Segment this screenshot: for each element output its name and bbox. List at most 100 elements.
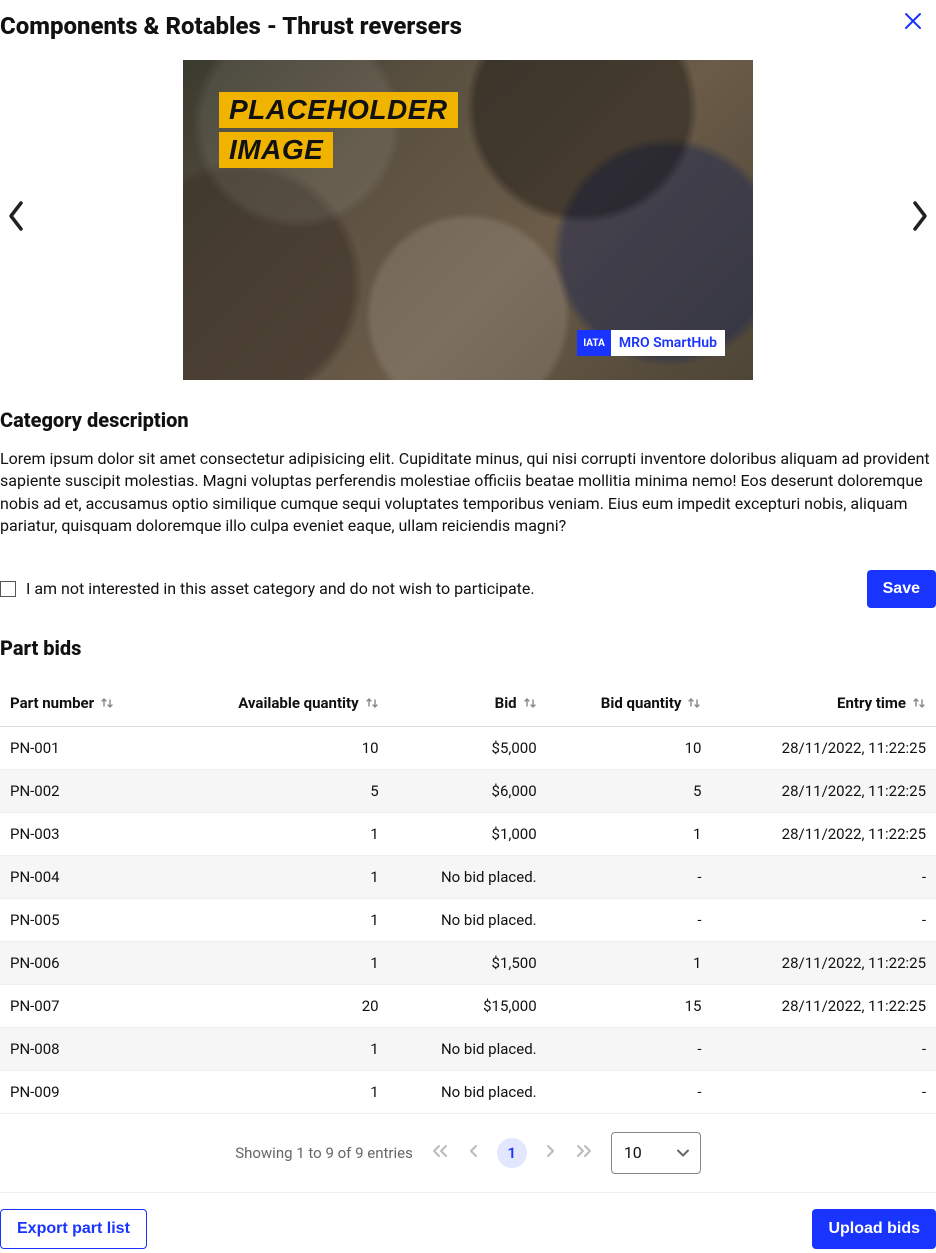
cell-bid: $6,000: [389, 769, 547, 812]
sort-icon: [687, 696, 701, 710]
cell-bid: $5,000: [389, 726, 547, 769]
save-button[interactable]: Save: [867, 570, 936, 608]
cell-bq: 5: [547, 769, 712, 812]
cell-aq: 20: [170, 984, 389, 1027]
cell-et: 28/11/2022, 11:22:25: [711, 726, 936, 769]
table-row: PN-00720$15,0001528/11/2022, 11:22:25: [0, 984, 936, 1027]
table-row: PN-0041No bid placed.--: [0, 855, 936, 898]
cell-pn: PN-004: [0, 855, 170, 898]
description-body: Lorem ipsum dolor sit amet consectetur a…: [0, 448, 936, 538]
chevron-left-icon: [6, 199, 28, 233]
col-bid-quantity-label: Bid quantity: [601, 694, 682, 712]
col-available-quantity[interactable]: Available quantity: [170, 680, 389, 727]
cell-aq: 1: [170, 1027, 389, 1070]
export-part-list-button[interactable]: Export part list: [0, 1209, 147, 1249]
cell-bq: 1: [547, 812, 712, 855]
paginator: Showing 1 to 9 of 9 entries 1 10: [0, 1114, 936, 1193]
cell-pn: PN-003: [0, 812, 170, 855]
chevron-left-icon: [467, 1144, 479, 1158]
cell-bid: No bid placed.: [389, 898, 547, 941]
page-size-select[interactable]: 10: [611, 1132, 701, 1174]
cell-bq: 1: [547, 941, 712, 984]
table-row: PN-0091No bid placed.--: [0, 1070, 936, 1113]
col-bid-quantity[interactable]: Bid quantity: [547, 680, 712, 727]
col-entry-time[interactable]: Entry time: [711, 680, 936, 727]
paginator-prev-button[interactable]: [467, 1144, 479, 1162]
upload-bids-button[interactable]: Upload bids: [812, 1209, 936, 1249]
chevron-double-left-icon: [431, 1144, 449, 1158]
category-image: PLACEHOLDER IMAGE IATA MRO SmartHub: [183, 60, 753, 380]
cell-aq: 10: [170, 726, 389, 769]
watermark-text: MRO SmartHub: [611, 330, 725, 356]
placeholder-overlay: PLACEHOLDER IMAGE: [219, 92, 458, 172]
paginator-next-button[interactable]: [545, 1144, 557, 1162]
cell-pn: PN-006: [0, 941, 170, 984]
cell-pn: PN-002: [0, 769, 170, 812]
cell-et: -: [711, 1027, 936, 1070]
part-bids-heading: Part bids: [0, 636, 936, 660]
cell-aq: 1: [170, 941, 389, 984]
close-button[interactable]: [904, 12, 936, 34]
cell-bq: -: [547, 855, 712, 898]
cell-bid: $15,000: [389, 984, 547, 1027]
sort-icon: [523, 696, 537, 710]
optout-label: I am not interested in this asset catego…: [26, 579, 535, 598]
page-title: Components & Rotables - Thrust reversers: [0, 12, 462, 40]
table-row: PN-0051No bid placed.--: [0, 898, 936, 941]
brand-watermark: IATA MRO SmartHub: [577, 330, 725, 356]
paginator-page-current[interactable]: 1: [497, 1138, 527, 1168]
cell-bid: No bid placed.: [389, 1070, 547, 1113]
optout-checkbox[interactable]: [0, 581, 16, 597]
cell-bq: 15: [547, 984, 712, 1027]
col-bid[interactable]: Bid: [389, 680, 547, 727]
carousel-next-button[interactable]: [902, 199, 936, 241]
cell-bq: -: [547, 1027, 712, 1070]
cell-bq: -: [547, 898, 712, 941]
cell-aq: 1: [170, 898, 389, 941]
table-row: PN-0031$1,000128/11/2022, 11:22:25: [0, 812, 936, 855]
cell-aq: 5: [170, 769, 389, 812]
sort-icon: [365, 696, 379, 710]
cell-bq: 10: [547, 726, 712, 769]
placeholder-text-2: IMAGE: [219, 132, 333, 168]
cell-pn: PN-007: [0, 984, 170, 1027]
cell-et: 28/11/2022, 11:22:25: [711, 984, 936, 1027]
optout-label-wrap[interactable]: I am not interested in this asset catego…: [0, 579, 535, 598]
placeholder-text-1: PLACEHOLDER: [219, 92, 458, 128]
col-entry-time-label: Entry time: [837, 694, 906, 712]
table-row: PN-00110$5,0001028/11/2022, 11:22:25: [0, 726, 936, 769]
cell-bid: $1,000: [389, 812, 547, 855]
cell-bid: No bid placed.: [389, 1027, 547, 1070]
cell-et: -: [711, 855, 936, 898]
cell-et: -: [711, 1070, 936, 1113]
table-row: PN-0025$6,000528/11/2022, 11:22:25: [0, 769, 936, 812]
cell-aq: 1: [170, 1070, 389, 1113]
col-bid-label: Bid: [495, 694, 517, 712]
col-part-number[interactable]: Part number: [0, 680, 170, 727]
chevron-down-icon: [676, 1143, 690, 1162]
chevron-right-icon: [545, 1144, 557, 1158]
paginator-first-button[interactable]: [431, 1144, 449, 1162]
cell-pn: PN-001: [0, 726, 170, 769]
table-row: PN-0061$1,500128/11/2022, 11:22:25: [0, 941, 936, 984]
cell-aq: 1: [170, 855, 389, 898]
cell-et: 28/11/2022, 11:22:25: [711, 941, 936, 984]
cell-pn: PN-005: [0, 898, 170, 941]
page-size-value: 10: [624, 1143, 642, 1162]
cell-aq: 1: [170, 812, 389, 855]
sort-icon: [100, 696, 114, 710]
sort-icon: [912, 696, 926, 710]
table-row: PN-0081No bid placed.--: [0, 1027, 936, 1070]
carousel-prev-button[interactable]: [0, 199, 34, 241]
cell-bid: No bid placed.: [389, 855, 547, 898]
chevron-right-icon: [908, 199, 930, 233]
chevron-double-right-icon: [575, 1144, 593, 1158]
col-available-quantity-label: Available quantity: [238, 694, 358, 712]
paginator-status: Showing 1 to 9 of 9 entries: [235, 1144, 413, 1162]
part-bids-table: Part number Available quantity Bid Bid q…: [0, 680, 936, 1114]
cell-bq: -: [547, 1070, 712, 1113]
description-heading: Category description: [0, 408, 936, 432]
cell-et: 28/11/2022, 11:22:25: [711, 812, 936, 855]
watermark-logo-text: IATA: [577, 330, 611, 356]
paginator-last-button[interactable]: [575, 1144, 593, 1162]
